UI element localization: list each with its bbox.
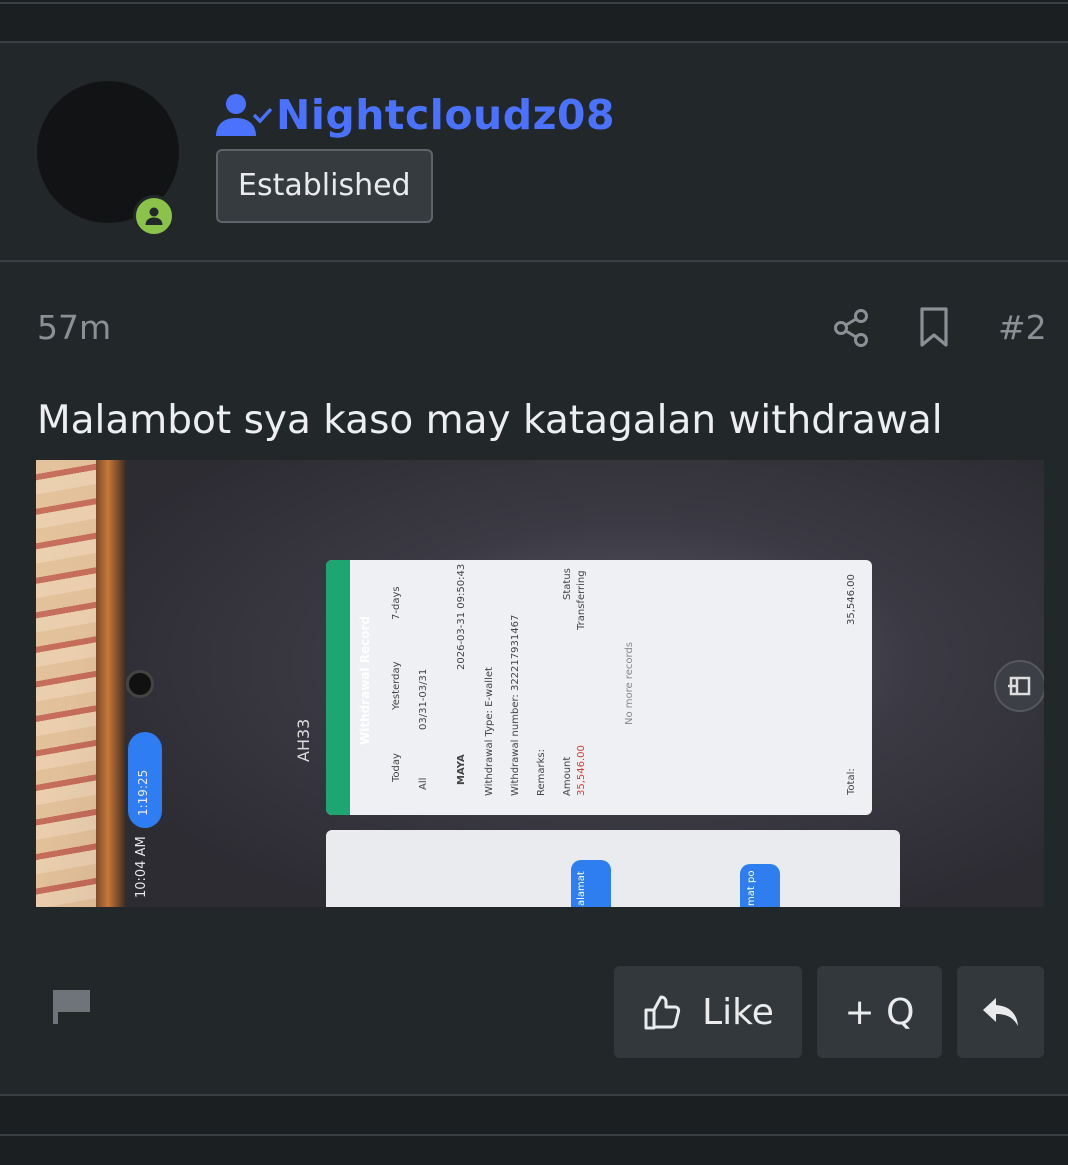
phone-edge [96,460,126,907]
post-number[interactable]: #2 [998,308,1047,347]
post-timestamp[interactable]: 57m [37,308,111,347]
like-button[interactable]: Like [614,966,802,1058]
like-label: Like [702,991,774,1033]
flag-icon[interactable] [50,986,94,1026]
bottom-strip [0,1094,1068,1165]
status-label: Status [562,568,573,600]
remarks-label: Remarks: [536,748,547,796]
total-value: 35,546.00 [846,574,857,625]
share-icon[interactable] [832,308,870,348]
no-more-records: No more records [624,641,635,725]
post-body: Malambot sya kaso may katagalan withdraw… [37,398,943,443]
chat-snippet-2: mat po [746,870,757,906]
fabric-background [36,460,98,907]
top-strip [0,0,1068,43]
user-panel: Nightcloudz08 Established [0,43,1068,262]
call-timer: 1:19:25 [136,769,150,816]
status-value: Transferring [576,570,587,630]
amount-label: Amount [562,756,573,796]
app-card [326,560,872,815]
username-row: Nightcloudz08 [216,91,615,139]
record-title: Withdrawal Record [358,616,372,745]
amount-value: 35,546.00 [576,745,587,796]
bookmark-icon[interactable] [916,306,952,348]
withdrawal-number: Withdrawal number: 322217931467 [510,614,521,796]
record-datetime: 2026-03-31 09:50:43 [456,563,467,670]
camera-hole [126,670,154,698]
method-maya: MAYA [456,754,467,785]
app-card-header [326,560,350,815]
user-rank-badge: Established [216,149,433,223]
online-status-icon [133,195,175,237]
post-actions: Like + Q [0,940,1068,1090]
attached-photo[interactable]: 10:04 AM 1:19:25 AH33 Withdrawal Record … [36,460,1044,907]
date-range: 03/31-03/31 [418,668,429,730]
tab-today: Today [391,753,402,782]
user-check-icon [216,94,272,136]
reply-icon [982,998,1018,1026]
clock-text: 10:04 AM [134,836,149,898]
post-meta: 57m #2 [0,262,1068,392]
quote-label: + Q [844,991,915,1033]
total-label: Total: [846,768,857,795]
floating-tool-button[interactable] [994,660,1044,712]
tab-7days: 7-days [391,586,402,620]
window-icon [1008,676,1031,696]
username-link[interactable]: Nightcloudz08 [276,91,615,139]
thumbs-up-icon [644,995,681,1030]
tab-yesterday: Yesterday [391,661,402,710]
filter-all: All [418,777,429,790]
second-app-card [326,830,900,907]
app-name-label: AH33 [294,718,313,762]
withdrawal-type: Withdrawal Type: E-wallet [484,667,495,796]
quote-button[interactable]: + Q [817,966,942,1058]
chat-snippet-1: alamat [576,871,587,906]
reply-button[interactable] [957,966,1044,1058]
